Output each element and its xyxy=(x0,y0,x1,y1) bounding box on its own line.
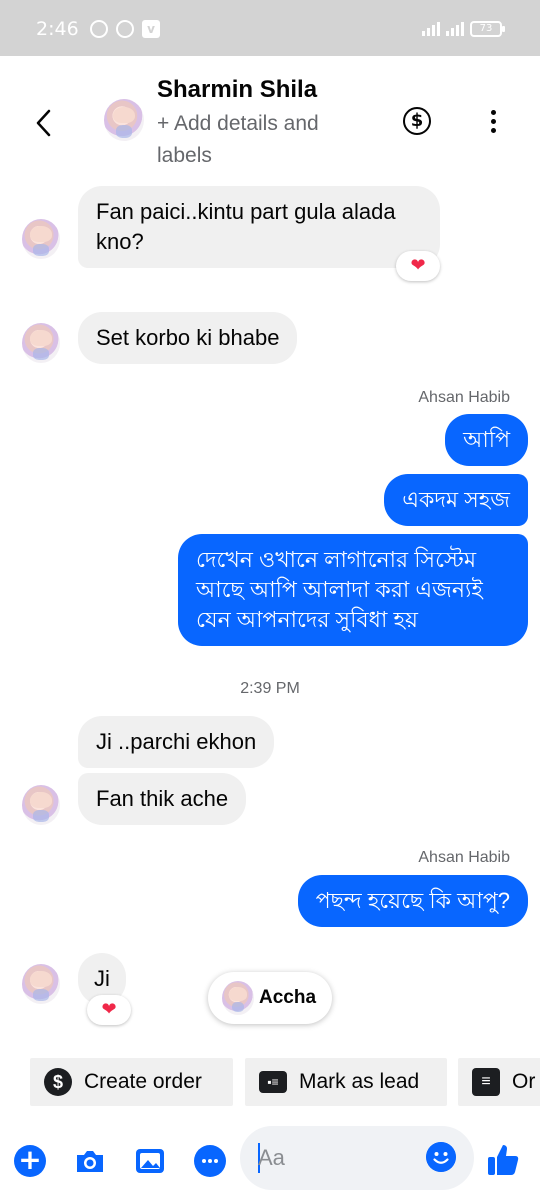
chip-label: Mark as lead xyxy=(299,1070,420,1093)
sender-avatar xyxy=(22,323,60,363)
contact-name[interactable]: Sharmin Shila xyxy=(157,76,317,104)
message-bubble[interactable]: পছন্দ হয়েছে কি আপু? xyxy=(297,875,528,927)
thumbs-up-icon[interactable] xyxy=(486,1142,522,1178)
typing-preview-toast[interactable]: Accha xyxy=(208,972,332,1024)
sender-name: Ahsan Habib xyxy=(418,389,510,406)
action-chips: $ Create order ▪≡ Mark as lead ≡ Or xyxy=(30,1058,540,1106)
contact-card-icon: ▪≡ xyxy=(259,1071,287,1093)
status-time: 2:46 xyxy=(36,18,79,40)
vpn-icon: v xyxy=(142,20,160,38)
more-actions-button[interactable]: ≡ Or xyxy=(458,1058,540,1106)
sender-avatar xyxy=(22,219,60,259)
battery-icon: 73 xyxy=(470,21,505,37)
message-input-box[interactable] xyxy=(240,1126,474,1190)
heart-reaction-icon[interactable]: ❤ xyxy=(396,251,440,281)
dollar-circle-icon: $ xyxy=(44,1068,72,1096)
sender-avatar xyxy=(22,785,60,825)
chip-label: Create order xyxy=(84,1070,202,1093)
message-bubble[interactable]: Ji ..parchi ekhon xyxy=(78,716,275,768)
messenger-icon xyxy=(116,20,134,38)
payment-button[interactable]: $ xyxy=(403,107,431,135)
chip-label: Or xyxy=(512,1070,536,1093)
status-right: 73 xyxy=(422,19,505,39)
status-bar: 2:46 v 73 xyxy=(0,0,540,56)
gallery-icon[interactable] xyxy=(134,1145,166,1177)
mark-as-lead-button[interactable]: ▪≡ Mark as lead xyxy=(245,1058,447,1106)
message-bubble[interactable]: Fan thik ache xyxy=(78,773,247,825)
signal-icon xyxy=(422,22,440,36)
message-bubble[interactable]: Fan paici..kintu part gula alada kno? xyxy=(78,186,440,268)
timestamp: 2:39 PM xyxy=(240,680,300,697)
list-icon: ≡ xyxy=(472,1068,500,1096)
signal-icon-2 xyxy=(446,22,464,36)
back-arrow-icon[interactable] xyxy=(30,106,60,140)
create-order-button[interactable]: $ Create order xyxy=(30,1058,233,1106)
message-bubble[interactable]: একদম সহজ xyxy=(384,474,528,526)
more-options-icon[interactable] xyxy=(485,108,501,136)
add-details-link[interactable]: + Add details and labels xyxy=(157,108,367,172)
chat-bubble-icon[interactable] xyxy=(194,1145,226,1177)
toast-text: Accha xyxy=(259,987,317,1008)
message-bubble[interactable]: Set korbo ki bhabe xyxy=(78,312,298,364)
sender-avatar xyxy=(22,964,60,1004)
heart-reaction-icon[interactable]: ❤ xyxy=(87,995,131,1025)
message-bubble[interactable]: আপি xyxy=(445,414,528,466)
message-input[interactable] xyxy=(258,1142,408,1174)
plus-icon[interactable]: + xyxy=(14,1145,46,1177)
contact-avatar[interactable] xyxy=(104,99,144,141)
emoji-icon[interactable] xyxy=(426,1142,456,1172)
camera-icon[interactable] xyxy=(74,1145,106,1177)
message-bubble[interactable]: দেখেন ওখানে লাগানোর সিস্টেম আছে আপি আলাদ… xyxy=(178,534,528,646)
sender-name: Ahsan Habib xyxy=(418,849,510,866)
toast-avatar xyxy=(222,981,254,1015)
data-saver-icon xyxy=(90,20,108,38)
